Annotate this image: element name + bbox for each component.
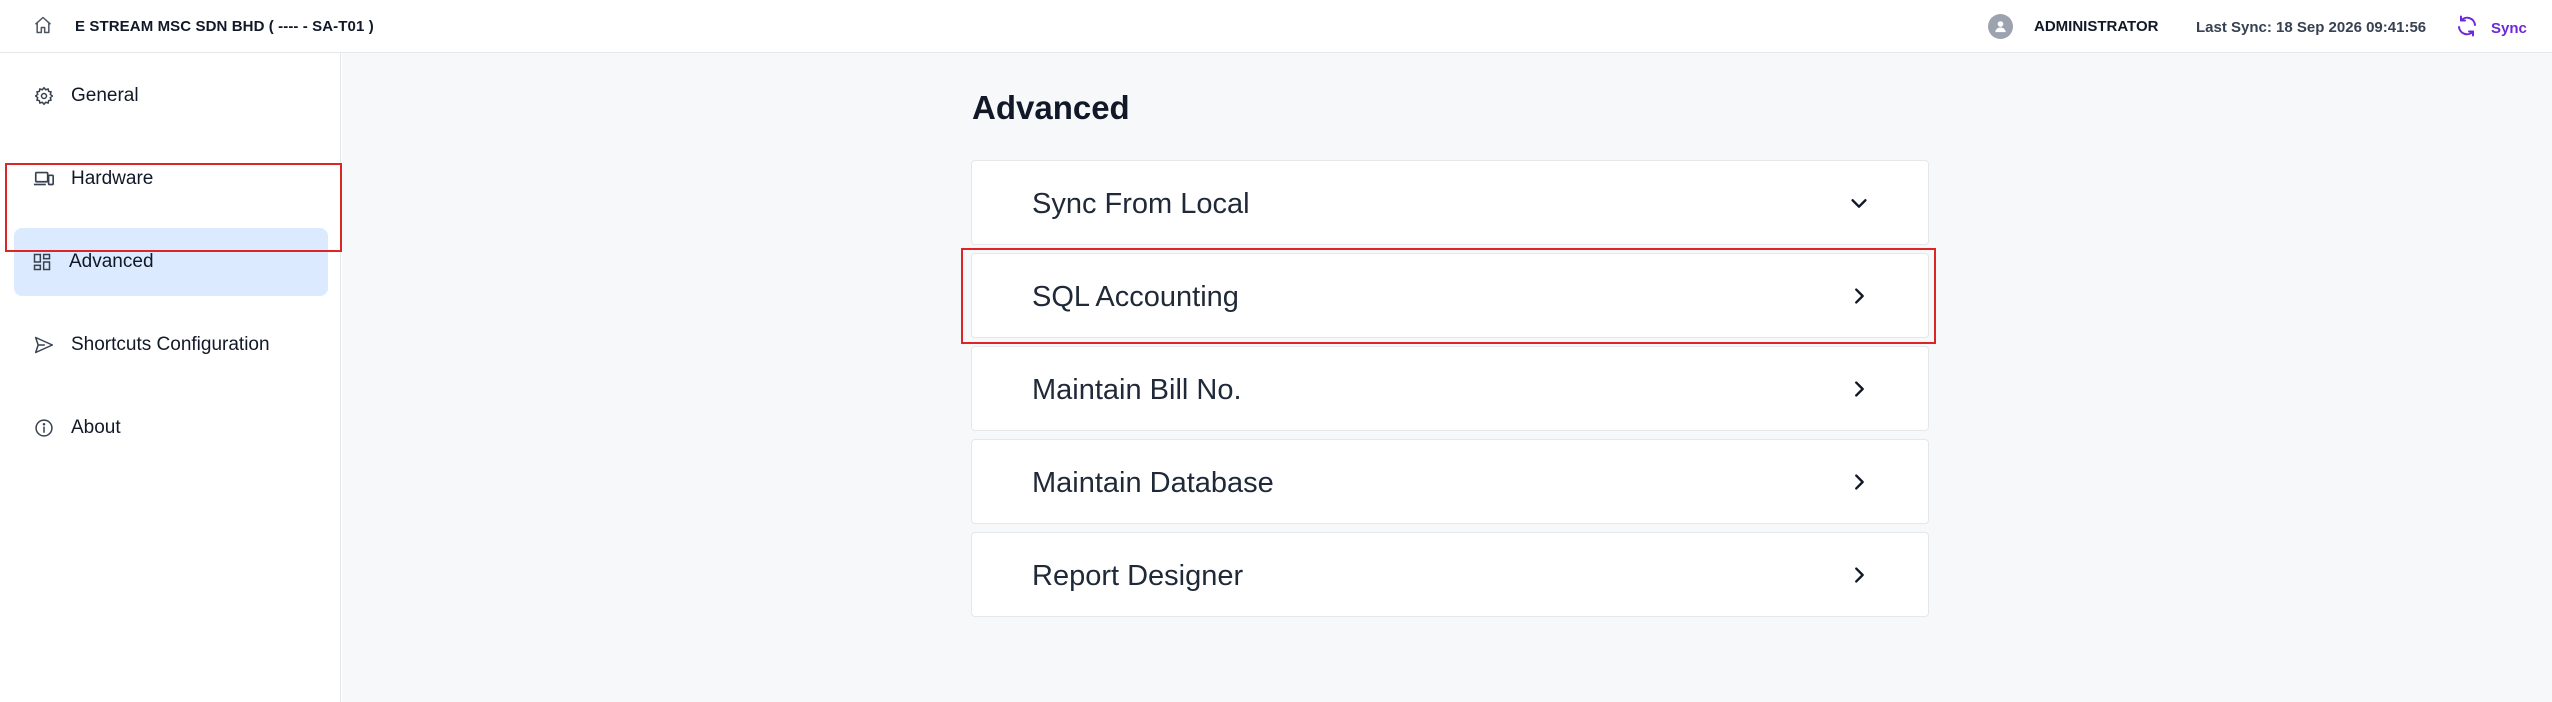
panel-sync-from-local[interactable]: Sync From Local bbox=[971, 160, 1929, 245]
home-button[interactable] bbox=[30, 14, 56, 40]
panel-label: Sync From Local bbox=[1032, 188, 1250, 220]
panel-label: Maintain Bill No. bbox=[1032, 374, 1242, 406]
panel-sql-accounting[interactable]: SQL Accounting bbox=[971, 253, 1929, 338]
user-name: ADMINISTRATOR bbox=[2034, 18, 2159, 35]
sync-button[interactable]: Sync bbox=[2455, 14, 2527, 43]
sidebar-item-label: Shortcuts Configuration bbox=[71, 334, 270, 355]
home-icon bbox=[33, 15, 53, 40]
chevron-right-icon bbox=[1846, 469, 1872, 495]
gear-icon bbox=[32, 84, 56, 108]
panel-label: Maintain Database bbox=[1032, 467, 1274, 499]
panel-maintain-bill-no[interactable]: Maintain Bill No. bbox=[971, 346, 1929, 431]
devices-icon bbox=[32, 167, 56, 191]
last-sync-text: Last Sync: 18 Sep 2026 09:41:56 bbox=[2196, 19, 2427, 36]
sidebar-item-general[interactable]: General bbox=[14, 62, 328, 130]
sidebar: General Hardware Advanced Shortcuts Conf… bbox=[0, 53, 341, 702]
company-name: E STREAM MSC SDN BHD ( ---- - SA-T01 ) bbox=[75, 18, 374, 35]
chevron-right-icon bbox=[1846, 283, 1872, 309]
chevron-right-icon bbox=[1846, 562, 1872, 588]
panel-report-designer[interactable]: Report Designer bbox=[971, 532, 1929, 617]
user-icon bbox=[1988, 14, 2013, 39]
sidebar-item-label: About bbox=[71, 417, 121, 438]
sidebar-item-advanced[interactable]: Advanced bbox=[14, 228, 328, 296]
chevron-right-icon bbox=[1846, 376, 1872, 402]
top-bar: E STREAM MSC SDN BHD ( ---- - SA-T01 ) A… bbox=[0, 0, 2552, 53]
panel-maintain-database[interactable]: Maintain Database bbox=[971, 439, 1929, 524]
sidebar-item-label: General bbox=[71, 85, 139, 106]
main-content: Advanced Sync From Local SQL Accounting … bbox=[342, 53, 2552, 702]
refresh-icon bbox=[2455, 14, 2479, 43]
panel-label: Report Designer bbox=[1032, 560, 1244, 592]
page-title: Advanced bbox=[972, 89, 1130, 126]
send-icon bbox=[32, 333, 56, 357]
panel-label: SQL Accounting bbox=[1032, 281, 1239, 313]
sidebar-item-shortcuts-configuration[interactable]: Shortcuts Configuration bbox=[14, 311, 328, 379]
sidebar-item-about[interactable]: About bbox=[14, 394, 328, 462]
sync-label: Sync bbox=[2491, 20, 2527, 37]
sidebar-item-label: Hardware bbox=[71, 168, 154, 189]
sidebar-item-label: Advanced bbox=[69, 251, 154, 272]
user-info[interactable]: ADMINISTRATOR bbox=[1988, 14, 2158, 39]
grid-icon bbox=[30, 250, 54, 274]
chevron-down-icon bbox=[1846, 190, 1872, 216]
sidebar-item-hardware[interactable]: Hardware bbox=[14, 145, 328, 213]
info-icon bbox=[32, 416, 56, 440]
